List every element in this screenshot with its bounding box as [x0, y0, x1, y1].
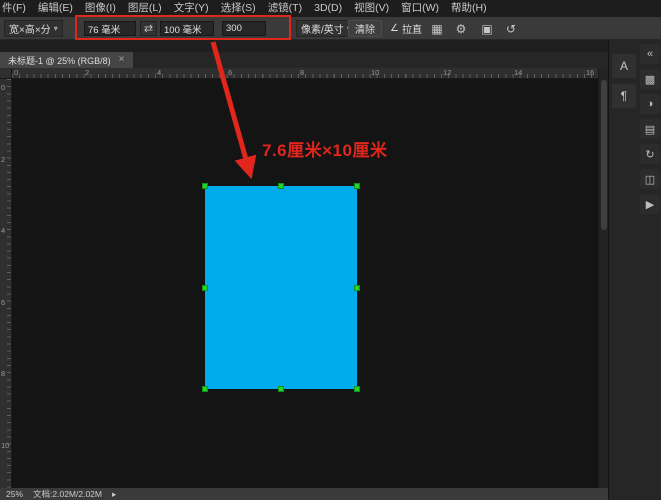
crop-preset-dropdown[interactable]: 宽×高×分 ▾ — [4, 20, 63, 37]
ruler-label: 12 — [443, 68, 451, 77]
ruler-label: 4 — [1, 226, 5, 235]
menu-3d[interactable]: 3D(D) — [308, 0, 348, 17]
clear-button[interactable]: 清除 — [348, 20, 382, 37]
scrollbar-thumb[interactable] — [601, 80, 607, 230]
panel-dock: A ¶ « ▩ ◑ ▤ ↻ ◫ ▶ — [608, 40, 661, 500]
menu-file[interactable]: 件(F) — [0, 0, 32, 17]
crop-handle-top-right[interactable] — [354, 183, 360, 189]
layers-panel-icon[interactable]: ◫ — [640, 169, 660, 189]
straighten-label: 拉直 — [402, 21, 422, 36]
paragraph-panel-icon[interactable]: ¶ — [612, 84, 636, 108]
ruler-label: 0 — [14, 68, 18, 77]
menu-help[interactable]: 帮助(H) — [445, 0, 493, 17]
document-tab-title: 未标题-1 @ 25% (RGB/8) — [8, 54, 111, 67]
libraries-panel-icon[interactable]: ▤ — [640, 119, 660, 139]
ruler-label: 10 — [1, 441, 9, 450]
crop-handle-middle-right[interactable] — [354, 285, 360, 291]
ruler-label: 8 — [1, 369, 5, 378]
ruler-label: 4 — [157, 68, 161, 77]
menu-edit[interactable]: 编辑(E) — [32, 0, 79, 17]
document-tab-bar: 未标题-1 @ 25% (RGB/8) × — [0, 52, 608, 68]
resolution-unit-label: 像素/英寸 — [301, 21, 344, 36]
horizontal-ruler[interactable]: 0 2 4 6 8 10 12 14 16 — [12, 68, 598, 79]
gear-icon[interactable]: ⚙ — [452, 20, 470, 37]
status-bar: 25% 文档:2.02M/2.02M ▸ — [0, 488, 608, 500]
ruler-label: 2 — [1, 155, 5, 164]
menu-window[interactable]: 窗口(W) — [395, 0, 445, 17]
crop-handle-bottom-right[interactable] — [354, 386, 360, 392]
document-size-info: 文档:2.02M/2.02M — [33, 488, 102, 500]
history-panel-icon[interactable]: ↻ — [640, 144, 660, 164]
ruler-label: 2 — [85, 68, 89, 77]
reset-icon[interactable]: ↺ — [502, 20, 520, 37]
ruler-origin-corner[interactable] — [0, 68, 12, 79]
status-menu-arrow[interactable]: ▸ — [112, 489, 116, 500]
adjustments-panel-icon[interactable]: ◑ — [640, 94, 660, 114]
menu-view[interactable]: 视图(V) — [348, 0, 395, 17]
crop-handle-top-left[interactable] — [202, 183, 208, 189]
ruler-label: 6 — [228, 68, 232, 77]
annotation-highlight-box — [75, 15, 291, 40]
ruler-label: 10 — [371, 68, 379, 77]
crop-handle-top-center[interactable] — [278, 183, 284, 189]
annotation-size-label: 7.6厘米×10厘米 — [262, 136, 387, 161]
ruler-label: 16 — [586, 68, 594, 77]
ruler-label: 8 — [300, 68, 304, 77]
panel-strip-outer: « ▩ ◑ ▤ ↻ ◫ ▶ — [640, 44, 660, 214]
crop-handle-middle-left[interactable] — [202, 285, 208, 291]
collapse-panels-icon[interactable]: « — [640, 44, 660, 64]
straighten-button[interactable]: ∠ 拉直 — [386, 20, 426, 37]
ruler-label: 14 — [514, 68, 522, 77]
photoshop-window: 件(F) 编辑(E) 图像(I) 图层(L) 文字(Y) 选择(S) 滤镜(T)… — [0, 0, 661, 500]
panel-strip-inner: A ¶ — [612, 54, 636, 108]
crop-rectangle[interactable] — [205, 186, 357, 389]
ruler-label: 0 — [1, 83, 5, 92]
overlay-options-icon[interactable]: ▦ — [428, 20, 446, 37]
vertical-scrollbar[interactable] — [598, 68, 608, 488]
ruler-label: 6 — [1, 298, 5, 307]
chevron-down-icon: ▾ — [54, 24, 58, 33]
vertical-ruler[interactable]: 0 2 4 6 8 10 — [0, 79, 12, 488]
swatches-panel-icon[interactable]: ▩ — [640, 69, 660, 89]
crop-preset-label: 宽×高×分 — [9, 21, 51, 36]
resolution-unit-dropdown[interactable]: 像素/英寸 ▾ — [296, 20, 356, 37]
document-tab[interactable]: 未标题-1 @ 25% (RGB/8) × — [0, 52, 133, 68]
workspace-gap — [0, 40, 608, 52]
zoom-level[interactable]: 25% — [6, 489, 23, 499]
crop-handle-bottom-left[interactable] — [202, 386, 208, 392]
crop-options-icon[interactable]: ▣ — [478, 20, 496, 37]
crop-handle-bottom-center[interactable] — [278, 386, 284, 392]
character-panel-icon[interactable]: A — [612, 54, 636, 78]
actions-panel-icon[interactable]: ▶ — [640, 194, 660, 214]
close-icon[interactable]: × — [119, 55, 125, 65]
straighten-icon: ∠ — [390, 23, 399, 34]
